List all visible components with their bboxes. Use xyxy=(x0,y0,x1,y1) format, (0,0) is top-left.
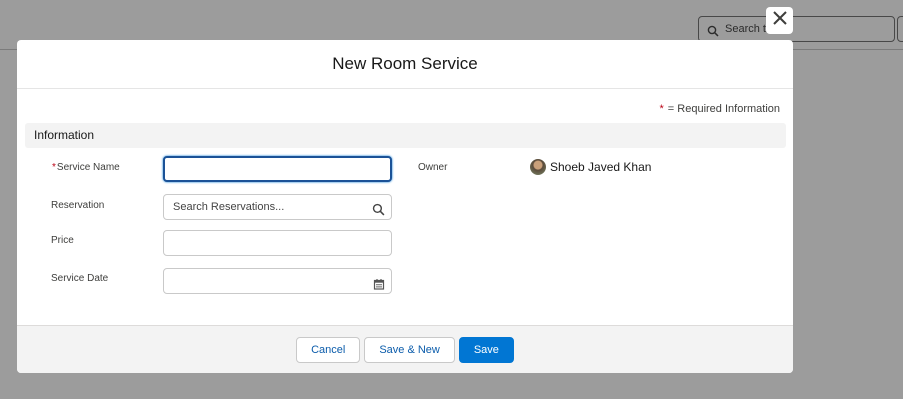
required-star: * xyxy=(659,103,664,115)
save-and-new-button[interactable]: Save & New xyxy=(364,336,455,363)
owner-name: Shoeb Javed Khan xyxy=(550,160,652,174)
reservation-lookup-input[interactable]: Search Reservations... xyxy=(163,194,392,220)
service-name-label: *Service Name xyxy=(52,162,120,173)
service-date-input[interactable] xyxy=(163,268,392,294)
save-button[interactable]: Save xyxy=(458,336,514,363)
section-information[interactable]: Information xyxy=(25,123,786,148)
cancel-button[interactable]: Cancel xyxy=(296,336,361,363)
required-info-text: = Required Information xyxy=(667,103,780,115)
modal-footer: Cancel Save & New Save xyxy=(17,325,793,373)
service-name-input[interactable] xyxy=(163,156,392,182)
close-icon xyxy=(772,10,788,31)
search-icon xyxy=(372,201,385,225)
modal-title: New Room Service xyxy=(332,54,478,73)
close-button[interactable] xyxy=(766,7,793,34)
required-info-note: * = Required Information xyxy=(660,103,780,115)
owner-label: Owner xyxy=(418,162,448,173)
reservation-label: Reservation xyxy=(51,200,105,211)
reservation-placeholder: Search Reservations... xyxy=(173,201,285,213)
price-input[interactable] xyxy=(163,230,392,256)
service-date-label: Service Date xyxy=(51,273,109,284)
required-star: * xyxy=(52,162,56,173)
calendar-icon[interactable] xyxy=(373,275,385,299)
price-label: Price xyxy=(51,235,74,246)
new-record-modal: New Room Service * = Required Information… xyxy=(17,40,793,373)
section-title: Information xyxy=(34,128,95,142)
modal-header: New Room Service xyxy=(17,40,793,89)
avatar xyxy=(530,159,546,175)
owner-value[interactable]: Shoeb Javed Khan xyxy=(530,159,651,175)
